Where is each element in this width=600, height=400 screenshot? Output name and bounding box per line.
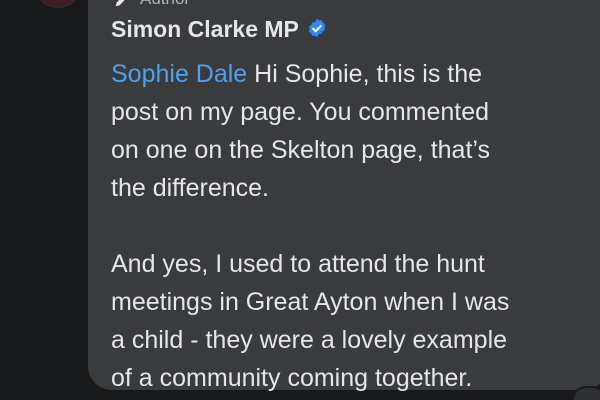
comment-line-1-text: Hi Sophie, this is the [254, 60, 483, 88]
comment-line-9: of a community coming together. [111, 364, 473, 392]
pencil-icon [112, 0, 134, 10]
comment-line-7: meetings in Great Ayton when I was [111, 288, 510, 316]
comment-line-2: post on my page. You commented [111, 98, 490, 126]
comment-line-4: the difference. [111, 174, 269, 202]
verified-badge-icon [305, 17, 329, 41]
avatar[interactable] [34, 0, 82, 8]
comment-line-8: a child - they were a lovely example [111, 326, 508, 354]
author-role-label: Author [140, 0, 190, 9]
comment-line-6: And yes, I used to attend the hunt [111, 250, 485, 278]
author-name[interactable]: Simon Clarke MP [111, 14, 299, 44]
mention-link[interactable]: Sophie Dale [111, 60, 247, 88]
reaction-bubble[interactable] [574, 388, 600, 400]
author-role-badge: Author [112, 0, 190, 10]
comment-line-1: Sophie Dale Hi Sophie, this is the [111, 55, 581, 93]
comment-line-3: on one on the Skelton page, that’s [111, 136, 491, 164]
comment-body: Sophie Dale Hi Sophie, this is the post … [111, 55, 581, 397]
comment-screenshot: Author Simon Clarke MP Sophie Dale Hi So… [0, 0, 600, 400]
author-row: Simon Clarke MP [111, 14, 329, 44]
comment-line-5 [111, 207, 581, 245]
